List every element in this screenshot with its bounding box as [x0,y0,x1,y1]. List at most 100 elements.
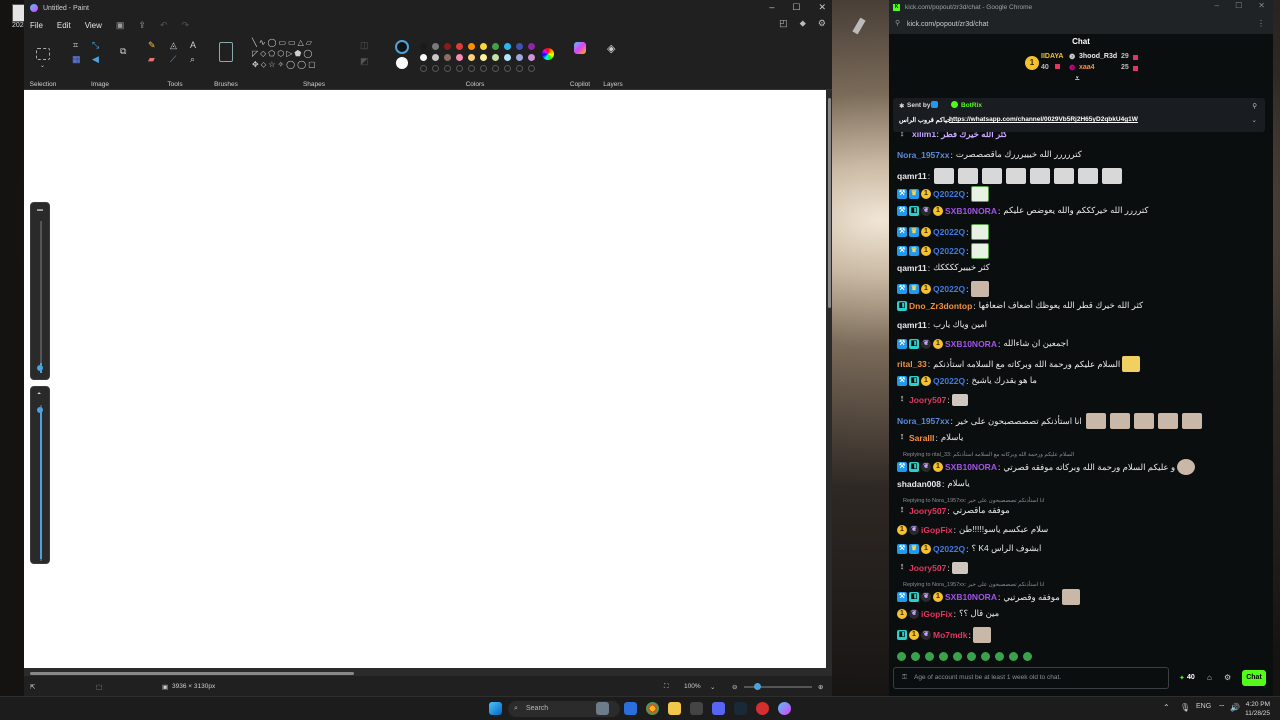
close-icon[interactable]: ✕ [1258,1,1265,10]
store-icon[interactable]: ⌂ [1207,673,1212,682]
primary-color[interactable] [395,40,409,54]
color-swatch[interactable] [492,54,499,61]
chat-username[interactable]: Q2022Q [933,227,965,237]
shape-row-3-icons[interactable]: ✥⬦☆✧◯◯▢ [252,60,318,70]
menu-view[interactable]: View [85,21,102,30]
opacity-slider[interactable]: ◓ [30,386,50,564]
shape-fill-icon[interactable]: ◩ [360,56,369,67]
chat-username[interactable]: iGopFix [921,609,953,619]
chat-username[interactable]: Mo7mdk [933,630,967,640]
quick-emote-icon[interactable] [981,652,990,661]
discord-icon[interactable] [712,702,725,715]
points-icon[interactable]: ✦ [1179,674,1185,682]
site-info-icon[interactable]: ⚲ [895,19,900,27]
fill-icon[interactable]: ◬ [170,40,177,51]
chat-username[interactable]: iGopFix [921,525,953,535]
quick-emote-icon[interactable] [939,652,948,661]
eraser-icon[interactable]: ▰ [148,54,155,65]
secondary-color[interactable] [396,57,408,69]
chat-username[interactable]: Joory507 [909,506,946,516]
leader-3-name[interactable]: xaa4 [1079,64,1095,71]
size-slider-thumb[interactable] [37,365,43,371]
chat-settings-icon[interactable]: ⚙ [1224,673,1231,682]
share-icon[interactable]: ⇪ [138,20,146,31]
menu-edit[interactable]: Edit [57,21,71,30]
quick-emote-icon[interactable] [1009,652,1018,661]
store-taskbar-icon[interactable] [690,702,703,715]
cocreator-icon[interactable]: ◰ [779,18,788,29]
color-swatch[interactable] [444,43,451,50]
layers-icon[interactable]: ◈ [607,42,615,55]
resize-icon[interactable]: ⤡ [92,40,99,51]
reply-preview[interactable]: Replying to rital_33: السلام عليكم ورحمة… [903,452,1074,458]
zoom-level[interactable]: 100% [684,683,701,690]
magnifier-icon[interactable]: ⌕ [190,54,195,65]
chat-username[interactable]: qamr11 [897,171,927,181]
chat-username[interactable]: Q2022Q [933,376,965,386]
maximize-icon[interactable]: ☐ [792,2,800,13]
notification-icon[interactable]: ⬥ [800,18,806,29]
color-swatch[interactable] [468,54,475,61]
network-icon[interactable]: ⌔ [1218,703,1226,713]
chat-username[interactable]: Q2022Q [933,284,965,294]
color-swatch[interactable] [516,43,523,50]
clock[interactable]: 4:20 PM 11/28/25 [1245,700,1270,718]
custom-color-slot[interactable] [528,65,535,72]
color-swatch[interactable] [432,43,439,50]
chat-username[interactable]: rital_33 [897,359,927,369]
volume-icon[interactable]: 🔊 [1230,703,1240,712]
steam-icon[interactable] [734,702,747,715]
minimize-icon[interactable]: – [769,2,774,13]
color-swatch[interactable] [480,54,487,61]
settings-gear-icon[interactable]: ⚙ [818,18,826,29]
shape-row-1-icons[interactable]: ╲∿◯▭▭△▱ [252,38,314,47]
custom-color-slot[interactable] [420,65,427,72]
pencil-icon[interactable]: ✎ [148,40,156,51]
custom-color-slot[interactable] [444,65,451,72]
chat-username[interactable]: SXB10NORA [945,206,997,216]
fit-icon[interactable]: ⛶ [664,683,669,691]
chat-input[interactable]: ⚿ Age of account must be at least 1 week… [893,667,1169,689]
chat-username[interactable]: qamr11 [897,263,927,273]
app-taskbar-icon[interactable] [756,702,769,715]
chat-username[interactable]: Q2022Q [933,544,965,554]
file-explorer-icon[interactable] [668,702,681,715]
opacity-slider-thumb[interactable] [37,407,43,413]
chat-username[interactable]: Dno_Zr3dontop [909,301,972,311]
chat-username[interactable]: SXB10NORA [945,592,997,602]
close-icon[interactable]: ✕ [818,2,826,13]
reply-preview[interactable]: Replying to Nora_1957xx: انا استأذنكم تص… [903,498,1045,504]
chat-username[interactable]: qamr11 [897,320,927,330]
custom-color-slot[interactable] [492,65,499,72]
custom-color-slot[interactable] [516,65,523,72]
copilot-taskbar-icon[interactable] [624,702,637,715]
custom-color-slot[interactable] [480,65,487,72]
color-swatch[interactable] [516,54,523,61]
menu-kebab-icon[interactable]: ⋮ [1257,19,1265,28]
brush-size-slider[interactable]: ▬ [30,202,50,380]
selection-icon[interactable] [36,48,50,60]
widget-icon[interactable] [596,702,609,715]
chat-username[interactable]: Saralll [909,433,935,443]
color-swatch[interactable] [432,54,439,61]
shape-row-2-icons[interactable]: ◸◇⬠⬡▷⬟◯ [252,49,314,58]
color-swatch[interactable] [468,43,475,50]
quick-emote-icon[interactable] [995,652,1004,661]
zoom-dropdown-icon[interactable]: ⌄ [710,683,715,691]
rotate-icon[interactable]: ◀ [92,54,99,65]
leader-2-name[interactable]: 3hood_R3d [1079,53,1117,60]
image-ai-icon[interactable]: ▦ [72,54,81,65]
address-bar[interactable]: ⚲ kick.com/popout/zr3d/chat ⋮ [889,14,1273,34]
zoom-slider-thumb[interactable] [754,683,761,690]
drawing-canvas[interactable] [24,90,828,668]
pinned-message[interactable]: ✱ Sent by BotRix ⚲ حياكم قروب الراس: htt… [893,98,1265,132]
chat-username[interactable]: Q2022Q [933,189,965,199]
zoom-in-icon[interactable]: ⊕ [818,683,823,691]
paint-taskbar-icon[interactable] [778,702,791,715]
chat-username[interactable]: Joory507 [909,395,946,405]
brush-icon[interactable] [219,42,233,62]
redo-icon[interactable]: ↷ [182,20,190,31]
custom-color-slot[interactable] [432,65,439,72]
background-remove-icon[interactable]: ⧉ [120,46,126,57]
mic-icon[interactable]: 🎙 [1180,703,1190,712]
